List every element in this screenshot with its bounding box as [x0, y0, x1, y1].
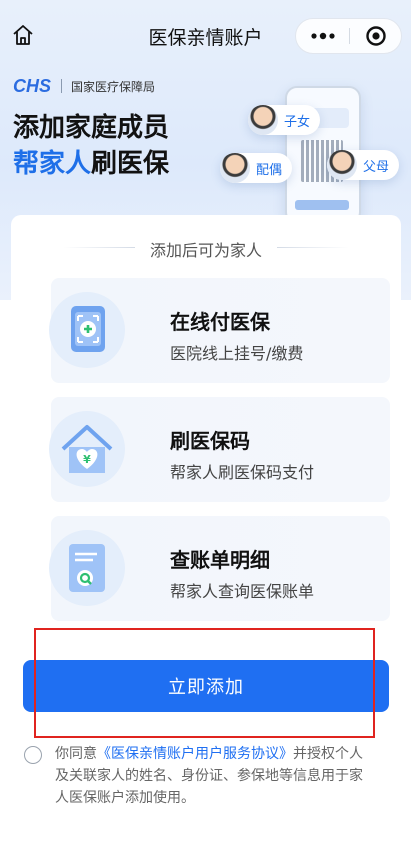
- close-circle-icon[interactable]: [350, 19, 402, 53]
- member-tag-kid: 子女: [248, 105, 321, 135]
- agreement-link[interactable]: 《医保亲情账户用户服务协议》: [97, 746, 293, 762]
- feature-title: 刷医保码: [170, 429, 250, 453]
- phone-button-illustration: [295, 200, 349, 210]
- house-heart-icon: ¥: [49, 411, 125, 487]
- divider-right: [277, 247, 349, 248]
- add-now-button[interactable]: 立即添加: [23, 660, 389, 712]
- feature-scan-code: ¥ 刷医保码 帮家人刷医保码支付: [49, 397, 390, 502]
- member-label: 配偶: [256, 162, 283, 178]
- headline-rest: 刷医保: [91, 149, 170, 179]
- avatar: [220, 153, 250, 183]
- member-tag-parent: 父母: [327, 150, 400, 180]
- avatar: [327, 150, 357, 180]
- card-plus-icon: [49, 292, 125, 368]
- headline-line1: 添加家庭成员: [13, 113, 170, 143]
- feature-desc: 帮家人刷医保码支付: [170, 463, 315, 482]
- more-dots-icon[interactable]: [296, 19, 349, 53]
- mini-program-capsule: [295, 18, 402, 54]
- card-subtitle-text: 添加后可为家人: [149, 241, 262, 260]
- brand-header: CHS 国家医疗保障局: [13, 76, 155, 96]
- headline-line2: 帮家人刷医保: [13, 146, 169, 182]
- agreement-suffix: 并授权个人: [293, 746, 363, 762]
- card-subtitle: 添加后可为家人: [11, 237, 401, 261]
- agreement-text: 你同意《医保亲情账户用户服务协议》并授权个人 及关联家人的姓名、身份证、参保地等…: [55, 743, 395, 809]
- avatar: [248, 105, 278, 135]
- agreement-prefix: 你同意: [55, 746, 97, 762]
- agreement-radio[interactable]: [24, 746, 42, 764]
- member-label: 子女: [284, 114, 311, 130]
- brand-divider: [61, 79, 63, 93]
- member-label: 父母: [363, 159, 390, 175]
- member-tag-spouse: 配偶: [220, 153, 293, 183]
- feature-desc: 帮家人查询医保账单: [170, 582, 315, 601]
- bill-search-icon: [49, 530, 125, 606]
- agreement-line3: 人医保账户添加使用。: [55, 790, 195, 806]
- agreement-line2: 及关联家人的姓名、身份证、参保地等信息用于家: [55, 768, 363, 784]
- divider-left: [63, 247, 135, 248]
- agreement-line1: 你同意《医保亲情账户用户服务协议》并授权个人: [55, 743, 395, 765]
- chs-logo: CHS: [13, 75, 52, 96]
- headline-accent: 帮家人: [13, 149, 92, 179]
- feature-title: 在线付医保: [170, 310, 270, 334]
- feature-title: 查账单明细: [170, 548, 270, 572]
- feature-desc: 医院线上挂号/缴费: [170, 344, 304, 363]
- feature-bill-detail: 查账单明细 帮家人查询医保账单: [49, 516, 390, 621]
- nav-bar: 医保亲情账户: [0, 0, 411, 70]
- svg-text:¥: ¥: [83, 453, 91, 466]
- feature-card: 添加后可为家人 在线付医保 医院线上挂号/缴费 ¥ 刷医保码 帮家人刷医保码支付…: [11, 215, 401, 645]
- brand-name: 国家医疗保障局: [71, 79, 156, 94]
- feature-online-pay: 在线付医保 医院线上挂号/缴费: [49, 278, 390, 383]
